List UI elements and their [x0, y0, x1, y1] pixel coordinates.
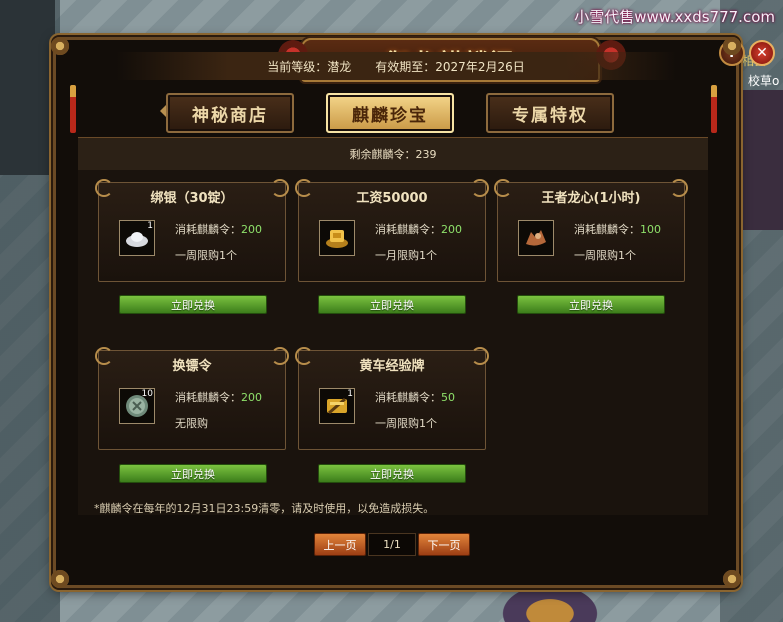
pagination: 上一页 1/1 下一页 [314, 533, 474, 556]
item-limit: 一月限购1个 [375, 249, 437, 262]
corner-ornament-icon [716, 563, 748, 595]
escort-token-icon[interactable]: 10 [119, 388, 155, 424]
item-title: 黄车经验牌 [359, 359, 425, 374]
next-page-button[interactable]: 下一页 [418, 533, 470, 556]
expire-date: 有效期至：2027年2月26日 [375, 59, 525, 74]
qilin-pavilion-window: 御龙麒麟阁 ? ✕ 当前等级：潜龙 有效期至：2027年2月26日 神秘商店 麒… [44, 30, 775, 595]
item-limit: 一周限购1个 [175, 249, 237, 262]
world-character-right [738, 90, 783, 230]
item-cost: 消耗麒麟令：50 [375, 391, 455, 404]
corner-ornament-icon [44, 30, 76, 62]
item-quantity: 1 [347, 389, 353, 399]
item-limit: 无限购 [175, 417, 208, 430]
silver-ingot-icon[interactable]: 1 [119, 220, 155, 256]
tassel-right-icon [711, 85, 717, 133]
world-pillar-left [0, 0, 55, 175]
vip-level: 当前等级：潜龙 [267, 59, 352, 74]
redeem-button[interactable]: 立即兑换 [318, 295, 466, 314]
header-info: 当前等级：潜龙 有效期至：2027年2月26日 [116, 52, 676, 80]
page-indicator: 1/1 [368, 533, 416, 556]
item-quantity: 1 [147, 221, 153, 231]
exp-card-icon[interactable]: 1 [319, 388, 355, 424]
reset-notice: *麒麟令在每年的12月31日23:59清零，请及时使用，以免造成损失。 [94, 502, 435, 515]
tassel-left-icon [70, 85, 76, 133]
world-label-2: 、校草o [736, 74, 780, 88]
item-cost: 消耗麒麟令：200 [175, 391, 262, 404]
redeem-button[interactable]: 立即兑换 [318, 464, 466, 483]
item-card: 王者龙心(1小时) 消耗麒麟令：100 一周限购1个 [494, 179, 688, 282]
item-card: 绑银（30锭） 1 消耗麒麟令：200 一周限购1个 [95, 179, 289, 282]
remaining-tokens: 剩余麒麟令：239 [78, 137, 708, 171]
redeem-button[interactable]: 立即兑换 [517, 295, 665, 314]
item-title: 绑银（30锭） [150, 191, 234, 206]
redeem-button[interactable]: 立即兑换 [119, 464, 267, 483]
close-button[interactable]: ✕ [749, 40, 775, 66]
item-card: 黄车经验牌 1 消耗麒麟令：50 一周限购1个 [295, 347, 489, 450]
dragon-heart-icon[interactable] [518, 220, 554, 256]
tab-qilin-treasure[interactable]: 麒麟珍宝 [326, 93, 454, 133]
item-cost: 消耗麒麟令：100 [574, 223, 661, 236]
item-title: 工资50000 [356, 191, 428, 206]
corner-ornament-icon [716, 30, 748, 62]
item-card: 换镖令 10 消耗麒麟令：200 无限购 [95, 347, 289, 450]
tab-mystery-shop[interactable]: 神秘商店 [166, 93, 294, 133]
corner-ornament-icon [44, 563, 76, 595]
item-cost: 消耗麒麟令：200 [175, 223, 262, 236]
item-limit: 一周限购1个 [375, 417, 437, 430]
tab-bar: 神秘商店 麒麟珍宝 专属特权 [160, 93, 636, 133]
item-quantity: 10 [141, 389, 153, 399]
item-cost: 消耗麒麟令：200 [375, 223, 462, 236]
item-card: 工资50000 消耗麒麟令：200 一月限购1个 [295, 179, 489, 282]
redeem-button[interactable]: 立即兑换 [119, 295, 267, 314]
watermark-text: 小雪代售www.xxds777.com [574, 8, 775, 26]
gold-wage-icon[interactable] [319, 220, 355, 256]
item-limit: 一周限购1个 [574, 249, 636, 262]
tab-exclusive-privilege[interactable]: 专属特权 [486, 93, 614, 133]
item-grid: 绑银（30锭） 1 消耗麒麟令：200 一周限购1个 立即兑换 工资50000 … [78, 170, 708, 515]
prev-page-button[interactable]: 上一页 [314, 533, 366, 556]
item-title: 换镖令 [172, 359, 212, 374]
item-title: 王者龙心(1小时) [541, 191, 641, 206]
